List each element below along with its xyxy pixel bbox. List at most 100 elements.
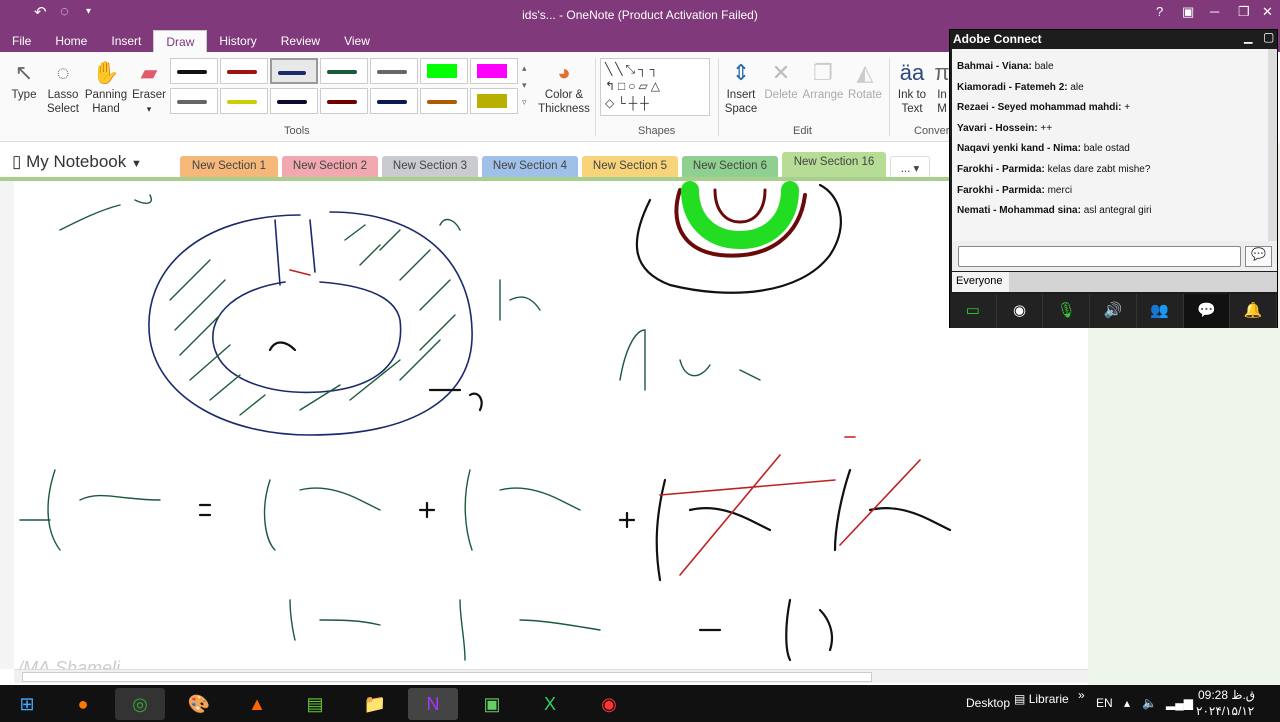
tab-insert[interactable]: Insert [99, 30, 153, 52]
panning-hand-button[interactable]: ✋ Panning Hand [84, 58, 128, 116]
pen-swatch[interactable] [220, 58, 268, 84]
file-explorer-icon[interactable]: 📁 [350, 688, 400, 720]
desktop-toolbar[interactable]: Desktop [966, 696, 1010, 710]
start-button[interactable]: ⊞ [2, 688, 52, 720]
color-thickness-button[interactable]: ◕ Color & Thickness [536, 58, 592, 116]
pen-stroke-icon [277, 99, 307, 104]
tab-file[interactable]: File [0, 30, 43, 52]
sender: Farokhi - Parmida: [957, 184, 1045, 196]
lasso-select-button[interactable]: ◌ Lasso Select [44, 58, 82, 116]
onenote-icon[interactable]: N [408, 688, 458, 720]
pen-swatch[interactable] [170, 87, 218, 114]
matlab-icon[interactable]: ▲ [232, 688, 282, 720]
minimize-icon[interactable]: ─ [1210, 4, 1219, 19]
close-icon[interactable]: ✕ [1262, 4, 1273, 20]
network-signal-icon[interactable]: ▂▄▆ [1166, 696, 1193, 710]
chrome-icon[interactable]: ◎ [115, 688, 165, 720]
libraries-toolbar[interactable]: ▤ Librarie [1014, 692, 1069, 706]
rotate-button[interactable]: ◭ Rotate [847, 58, 883, 102]
section-tab-4[interactable]: New Section 4 [482, 156, 578, 178]
restore-icon[interactable]: ❐ [1238, 4, 1250, 20]
eraser-icon: ▰ [140, 60, 158, 85]
chat-input[interactable] [958, 246, 1241, 267]
recorder-icon[interactable]: ◉ [584, 688, 634, 720]
tab-view[interactable]: View [332, 30, 382, 52]
scroll-thumb[interactable] [22, 672, 872, 682]
insert-space-icon: ⇕ [731, 60, 751, 85]
convert-group-label: Conver [914, 125, 950, 137]
paint-icon[interactable]: 🎨 [174, 688, 224, 720]
delete-button[interactable]: ✕ Delete [762, 58, 800, 102]
rotate-label: Rotate [848, 89, 882, 101]
tab-draw[interactable]: Draw [153, 30, 208, 52]
microphone-icon[interactable]: 🎙 [1043, 294, 1091, 328]
type-label: Type [11, 89, 37, 101]
insert-space-button[interactable]: ⇕ Insert Space [722, 58, 760, 116]
pen-swatch[interactable] [420, 87, 468, 114]
pen-stroke-icon [327, 99, 357, 104]
webcam-icon[interactable]: ◉ [997, 294, 1044, 328]
eraser-button[interactable]: ▰ Eraser ▾ [131, 58, 167, 116]
excel-icon[interactable]: X [525, 688, 575, 720]
ink-to-text-button[interactable]: äa Ink to Text [894, 58, 930, 116]
sender: Rezaei - Seyed mohammad mahdi: [957, 102, 1122, 114]
pen-swatch[interactable] [370, 87, 418, 114]
tab-home[interactable]: Home [43, 30, 99, 52]
pen-swatch[interactable] [320, 87, 368, 114]
chat-icon[interactable]: 💬 [1183, 294, 1231, 328]
pen-swatch[interactable] [170, 58, 218, 84]
arrange-button[interactable]: ❐ Arrange [801, 58, 845, 102]
ribbon-display-icon[interactable]: ▣ [1182, 4, 1194, 20]
section-tab-16[interactable]: New Section 16 [782, 152, 886, 178]
app-icon[interactable]: ▣ [467, 688, 517, 720]
send-message-button[interactable]: 💬 [1245, 246, 1272, 267]
chat-scrollbar[interactable] [1268, 49, 1277, 241]
notebook-selector[interactable]: ▯ My Notebook ▼ [12, 152, 142, 172]
pen-swatch[interactable] [320, 58, 368, 84]
show-hidden-icons[interactable]: ▴ [1124, 696, 1130, 710]
pen-swatch[interactable] [370, 58, 418, 84]
more-sections-button[interactable]: ... ▾ [890, 156, 930, 178]
panning-label: Panning Hand [84, 89, 128, 115]
pen-swatch[interactable] [270, 58, 318, 84]
clock-time[interactable]: 09:28 ق.ظ [1198, 688, 1255, 702]
pen-swatch[interactable] [470, 58, 518, 84]
shapes-gallery[interactable]: ╲╲⤡┐┐ ↰□○▱△ ◇└┼┼ [600, 58, 710, 116]
ink-to-text-icon: äa [899, 60, 925, 85]
section-tab-2[interactable]: New Section 2 [282, 156, 378, 178]
tab-history[interactable]: History [207, 30, 268, 52]
pen-stroke-icon [377, 99, 407, 104]
pen-swatch[interactable] [420, 58, 468, 84]
section-tab-5[interactable]: New Section 5 [582, 156, 678, 178]
attendees-icon[interactable]: 👥 [1137, 294, 1184, 328]
clock-date[interactable]: ۲۰۲۴/۱۵/۱۲ [1196, 704, 1254, 718]
screen-share-icon[interactable]: ▭ [950, 294, 997, 328]
ink-to-math-button[interactable]: π In M [934, 58, 950, 116]
section-tab-6[interactable]: New Section 6 [682, 156, 778, 178]
pen-swatch[interactable] [270, 87, 318, 114]
note-canvas[interactable] [0, 181, 1088, 669]
hand-icon: ✋ [92, 60, 120, 85]
pen-stroke-icon [427, 99, 457, 104]
toolbar-overflow-icon[interactable]: » [1078, 688, 1085, 702]
sender: Farokhi - Parmida: [957, 163, 1045, 175]
minimize-chat-icon[interactable]: ▁ [1244, 31, 1252, 44]
speaker-icon[interactable]: 🔊 [1090, 294, 1137, 328]
pen-swatch[interactable] [220, 87, 268, 114]
volume-icon[interactable]: 🔈 [1142, 696, 1157, 710]
help-icon[interactable]: ? [1156, 4, 1163, 19]
section-tab-3[interactable]: New Section 3 [382, 156, 478, 178]
pen-swatch[interactable] [470, 87, 518, 114]
type-button[interactable]: ↖ Type [6, 58, 42, 102]
maximize-chat-icon[interactable]: ▢ [1263, 30, 1274, 44]
pen-stroke-icon [427, 64, 457, 78]
spreadsheet-icon[interactable]: ▤ [290, 688, 340, 720]
tab-review[interactable]: Review [269, 30, 332, 52]
section-tab-1[interactable]: New Section 1 [180, 156, 278, 178]
horizontal-scrollbar[interactable] [14, 669, 1088, 683]
language-indicator[interactable]: EN [1096, 696, 1113, 710]
notification-bell-icon[interactable]: 🔔 [1230, 294, 1278, 328]
audience-tab[interactable]: Everyone [952, 272, 1009, 292]
pen-gallery-scroll[interactable]: ▴ ▾ ▿ [522, 60, 527, 111]
firefox-icon[interactable]: ● [58, 688, 108, 720]
